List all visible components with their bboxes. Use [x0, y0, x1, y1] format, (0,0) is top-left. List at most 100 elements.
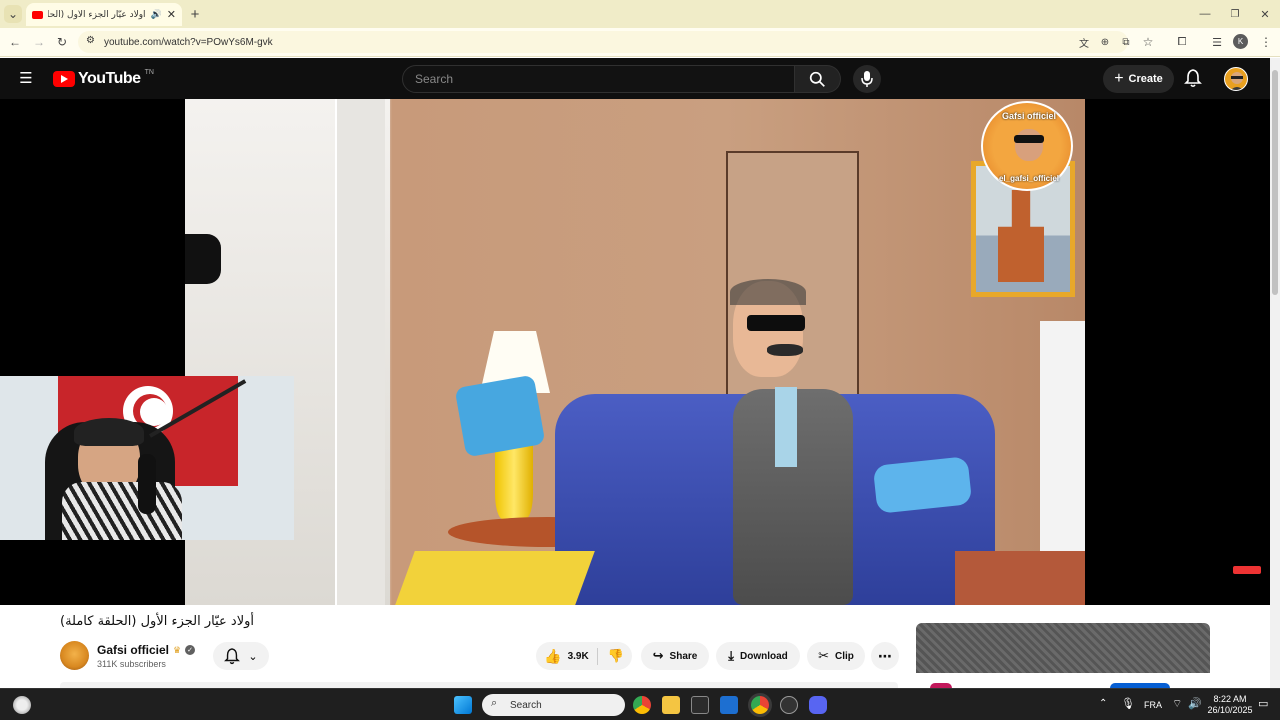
notifications-bell-icon[interactable]: [1184, 69, 1202, 93]
forward-icon[interactable]: →: [30, 33, 48, 51]
youtube-logo[interactable]: YouTube TN: [53, 68, 154, 88]
search-input[interactable]: Search: [402, 65, 795, 93]
clock-date: 26/10/2025: [1207, 705, 1253, 715]
more-horizontal-icon: ⋯: [878, 647, 892, 664]
tray-chevron-up-icon[interactable]: ⌃: [1099, 698, 1107, 709]
back-icon[interactable]: ←: [6, 33, 24, 51]
microphone: [138, 454, 156, 514]
channel-avatar[interactable]: [60, 641, 89, 670]
minimize-icon[interactable]: —: [1196, 5, 1214, 23]
browser-toolbar: ← → ↻ ⚙ youtube.com/watch?v=POwYs6M-gvk …: [0, 28, 1280, 57]
search-icon: [809, 71, 825, 87]
download-button[interactable]: ⤓ Download: [716, 642, 800, 670]
scrollbar-thumb[interactable]: [1272, 70, 1278, 295]
watermark-bottom-text: el_gafsi_officiel: [998, 174, 1060, 183]
tab-audio-icon[interactable]: 🔊: [151, 9, 162, 20]
reload-icon[interactable]: ↻: [53, 33, 71, 51]
address-bar[interactable]: ⚙ youtube.com/watch?v=POwYs6M-gvk: [78, 31, 1128, 53]
wifi-icon[interactable]: ⌔: [1172, 697, 1182, 711]
window-close-icon[interactable]: ✕: [1256, 5, 1274, 23]
create-button[interactable]: + Create: [1103, 65, 1174, 93]
create-label: Create: [1128, 73, 1163, 85]
bookmark-star-icon[interactable]: ☆: [1139, 33, 1157, 51]
video-title: أولاد عيّار الجزء الأول (الحلقة كاملة): [60, 614, 255, 629]
clip-button[interactable]: ✂ Clip: [807, 642, 865, 670]
notification-center-icon[interactable]: ▭: [1258, 697, 1268, 710]
browser-tab-strip: ⌄ أولاد عيّار الجزء الأول (الحلقة ... 🔊 …: [0, 0, 1280, 28]
new-tab-icon[interactable]: +: [186, 5, 204, 23]
hamburger-menu-icon[interactable]: ☰: [17, 69, 35, 87]
microphone-icon: [861, 71, 873, 87]
subscription-bell-button[interactable]: ⌄: [213, 642, 269, 670]
store-icon[interactable]: [691, 696, 709, 714]
mail-icon[interactable]: [720, 696, 738, 714]
more-actions-button[interactable]: ⋯: [871, 642, 899, 670]
user-avatar[interactable]: [1224, 67, 1248, 91]
tray-microphone-icon[interactable]: 🎙: [1121, 697, 1135, 710]
input-language[interactable]: FRA: [1144, 700, 1162, 710]
subscriber-count: 311K subscribers: [97, 659, 166, 669]
site-info-icon[interactable]: ⚙: [86, 35, 95, 46]
tab-title: أولاد عيّار الجزء الأول (الحلقة ...: [48, 9, 146, 20]
like-button[interactable]: 👍 3.9K: [544, 647, 598, 665]
scene-cushion-right: [872, 456, 973, 514]
windows-taskbar: ⌕ Search ⌃ 🎙 FRA ⌔ 🔊 8:22 AM 26/10/2025 …: [0, 688, 1280, 720]
verified-badge-icon: ✓: [185, 645, 196, 655]
scene-cushion-left: [454, 374, 546, 458]
clip-label: Clip: [835, 650, 854, 662]
extensions-icon[interactable]: ⧠: [1173, 33, 1191, 51]
tab-search-icon[interactable]: ⌄: [4, 5, 22, 23]
video-frame[interactable]: Gafsi officiel el_gafsi_officiel: [185, 99, 1085, 605]
zoom-icon[interactable]: ⊕: [1096, 33, 1114, 51]
thumbs-down-icon: 👎: [607, 648, 624, 663]
scene-character-sunglasses: [747, 315, 805, 331]
thumbs-up-icon: 👍: [544, 647, 562, 664]
browser-menu-icon[interactable]: ⋮: [1257, 33, 1275, 51]
voice-search-button[interactable]: [853, 65, 881, 93]
reading-list-icon[interactable]: ☰: [1208, 33, 1226, 51]
app-icon[interactable]: [780, 696, 798, 714]
discord-icon[interactable]: [809, 696, 827, 714]
widgets-icon[interactable]: [13, 696, 31, 714]
clock-time: 8:22 AM: [1213, 694, 1247, 704]
flag-crescent-cut: [140, 398, 168, 426]
scene-character-partial: [185, 234, 221, 284]
channel-name-text: Gafsi officiel: [97, 643, 170, 657]
browser-tab-active[interactable]: أولاد عيّار الجزء الأول (الحلقة ... 🔊 ✕: [26, 3, 182, 26]
search-button[interactable]: [795, 65, 841, 93]
file-explorer-icon[interactable]: [662, 696, 680, 714]
video-player[interactable]: Gafsi officiel el_gafsi_officiel: [0, 99, 1270, 605]
chrome-active-icon[interactable]: [751, 696, 769, 714]
scene-character-moustache: [767, 344, 803, 356]
chrome-icon[interactable]: [633, 696, 651, 714]
restore-icon[interactable]: ❐: [1226, 5, 1244, 23]
logo-country: TN: [144, 68, 154, 76]
profile-avatar[interactable]: K: [1233, 34, 1248, 49]
volume-icon[interactable]: 🔊: [1188, 697, 1202, 710]
watermark-face: [1015, 129, 1043, 161]
channel-name[interactable]: Gafsi officiel ♛ ✓: [97, 643, 196, 657]
recommended-video-thumbnail[interactable]: [916, 623, 1210, 673]
like-count: 3.9K: [567, 650, 589, 662]
scene-yellow-box: [395, 551, 595, 605]
dislike-button[interactable]: 👎: [604, 648, 624, 664]
windows-start-icon[interactable]: [454, 696, 472, 714]
url-text: youtube.com/watch?v=POwYs6M-gvk: [104, 36, 273, 48]
live-indicator-icon: [1233, 566, 1261, 574]
streamer-shirt: [62, 482, 182, 540]
page-scrollbar[interactable]: [1270, 58, 1280, 688]
youtube-header: ☰ YouTube TN Search + Create: [0, 58, 1280, 99]
watermark-top-text: Gafsi officiel: [1001, 111, 1056, 121]
bell-icon: [224, 647, 241, 664]
system-clock[interactable]: 8:22 AM 26/10/2025: [1207, 694, 1253, 716]
download-icon: ⤓: [728, 648, 734, 663]
scissors-icon: ✂: [818, 648, 829, 663]
like-dislike-group: 👍 3.9K 👎: [536, 642, 632, 670]
scene-coffee-table: [955, 551, 1085, 605]
share-button[interactable]: ↪ Share: [641, 642, 709, 670]
translate-icon[interactable]: 文: [1075, 33, 1093, 51]
install-app-icon[interactable]: ⧉: [1117, 33, 1135, 51]
tab-close-icon[interactable]: ✕: [167, 8, 176, 21]
scene-character-hair: [730, 279, 806, 305]
taskbar-search-input[interactable]: ⌕ Search: [482, 694, 625, 716]
